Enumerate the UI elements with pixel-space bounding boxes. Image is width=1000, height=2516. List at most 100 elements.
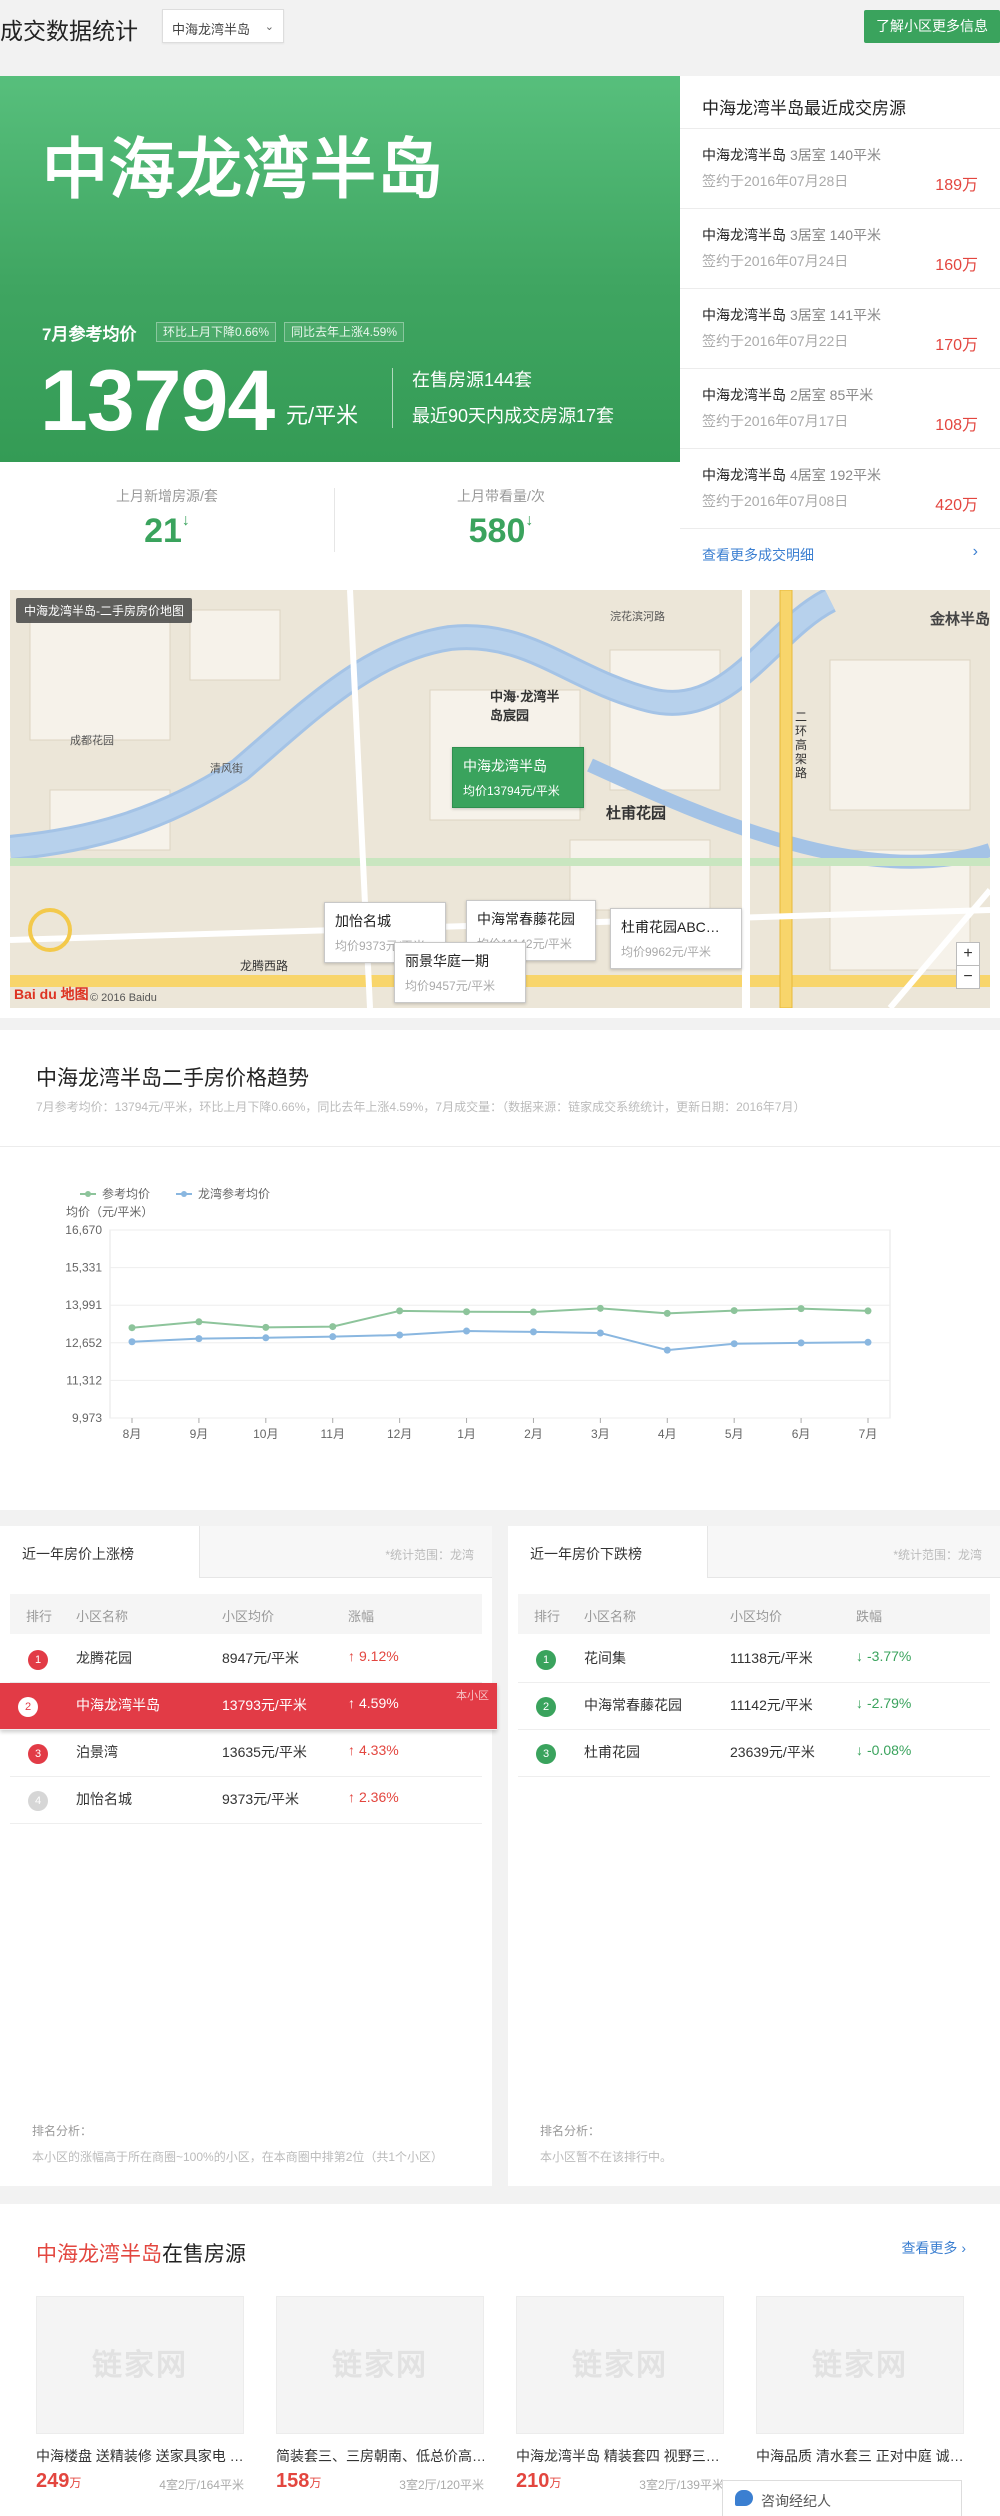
deal-spec: 3居室 141平米 xyxy=(790,307,882,323)
map-popup-current[interactable]: 中海龙湾半岛 均价13794元/平米 xyxy=(452,747,584,808)
deal-community: 中海龙湾半岛 xyxy=(702,387,786,403)
ranking-price: 13635元/平米 xyxy=(222,1744,307,1760)
data-point xyxy=(864,1338,872,1346)
popup-price: 均价13794元/平米 xyxy=(463,784,560,798)
tab-bar: *统计范围：龙湾 xyxy=(200,1526,492,1578)
month-price-label: 7月参考均价 xyxy=(42,325,137,344)
listing-card[interactable]: 链家网 中海品质 清水套三 正对中庭 诚… xyxy=(756,2296,964,2470)
new-listings-stat: 上月新增房源/套 21↓ xyxy=(0,486,334,551)
sold-90-days: 最近90天内成交房源17套 xyxy=(412,406,615,426)
zoom-out-button[interactable]: − xyxy=(956,965,980,989)
consult-agent-button[interactable]: 咨询经纪人 xyxy=(722,2480,962,2516)
y-tick-label: 13,991 xyxy=(65,1298,102,1312)
listing-photo-placeholder: 链家网 xyxy=(756,2296,964,2434)
listing-price-unit: 万 xyxy=(309,2476,322,2490)
listing-card[interactable]: 链家网 中海楼盘 送精装修 送家具家电 … 249万 4室2厅/164平米 xyxy=(36,2296,244,2493)
x-tick-label: 1月 xyxy=(457,1427,476,1441)
ranking-scope: *统计范围：龙湾 xyxy=(385,1548,474,1562)
x-tick-label: 11月 xyxy=(320,1427,344,1441)
ranking-row[interactable]: 1 龙腾花园 8947元/平米 ↑ 9.12% xyxy=(10,1636,482,1683)
ranking-price: 11138元/平米 xyxy=(730,1650,813,1666)
ranking-analysis: 本小区的涨幅高于所在商圈~100%的小区，在本商圈中排第2位（共1个小区） xyxy=(32,2150,444,2164)
map-popup[interactable]: 杜甫花园ABC… 均价9962元/平米 xyxy=(610,908,742,969)
deal-date: 签约于2016年07月08日 xyxy=(702,493,849,509)
arrow-up-icon: ↑ xyxy=(348,1789,355,1805)
ranking-change: ↑ 9.12% xyxy=(348,1648,399,1664)
price-hero: 中海龙湾半岛 7月参考均价 环比上月下降0.66% 同比去年上涨4.59% 13… xyxy=(0,76,680,462)
listing-card[interactable]: 链家网 中海龙湾半岛 精装套四 视野三… 210万 3室2厅/139平米 xyxy=(516,2296,724,2493)
ranking-change: ↑ 4.59% xyxy=(348,1695,399,1711)
top-bar: 成交数据统计 中海龙湾半岛 ⌄ 了解小区更多信息 xyxy=(0,0,1000,56)
deal-price: 170万 xyxy=(935,337,978,354)
ranking-name: 加怡名城 xyxy=(76,1791,132,1807)
x-tick-label: 12月 xyxy=(387,1427,412,1441)
y-tick-label: 15,331 xyxy=(65,1261,102,1275)
listing-card[interactable]: 链家网简装套三、三房朝南、低总价高… 158万 3室2厅/120平米 xyxy=(276,2296,484,2493)
price-map[interactable]: 中海龙湾半岛-二手房房价地图 金林半岛 中海·龙湾半岛宸园 杜甫花园 清风街 浣… xyxy=(10,590,990,1008)
new-listings-value: 21↓ xyxy=(144,512,190,550)
listing-title: 简装套三、三房朝南、低总价高… xyxy=(276,2448,484,2464)
ranking-row[interactable]: 2 中海常春藤花园 11142元/平米 ↓ -2.79% xyxy=(518,1683,990,1730)
data-point xyxy=(396,1307,404,1315)
listing-photo-placeholder: 链家网 xyxy=(276,2296,484,2434)
data-point xyxy=(529,1308,537,1316)
tab-rise-ranking[interactable]: 近一年房价上涨榜 xyxy=(0,1526,200,1578)
ranking-price: 8947元/平米 xyxy=(222,1650,300,1666)
ranking-row[interactable]: 3 杜甫花园 23639元/平米 ↓ -0.08% xyxy=(518,1730,990,1777)
y-tick-label: 9,973 xyxy=(72,1411,102,1425)
deal-row[interactable]: 中海龙湾半岛 3居室 140平米 签约于2016年07月24日 160万 xyxy=(680,208,1000,288)
arrow-down-icon: ↓ xyxy=(856,1648,863,1664)
ranking-price: 13793元/平米 xyxy=(222,1697,307,1713)
ranking-row[interactable]: 2 中海龙湾半岛 13793元/平米 ↑ 4.59% 本小区 xyxy=(0,1683,497,1730)
learn-more-button[interactable]: 了解小区更多信息 xyxy=(864,10,1000,43)
deal-spec: 3居室 140平米 xyxy=(790,227,882,243)
deal-name: 中海龙湾半岛 3居室 140平米 xyxy=(702,145,881,165)
ranking-row[interactable]: 1 花间集 11138元/平米 ↓ -3.77% xyxy=(518,1636,990,1683)
more-deals-link[interactable]: 查看更多成交明细 › xyxy=(680,528,1000,578)
deal-community: 中海龙湾半岛 xyxy=(702,227,786,243)
map-copyright: © 2016 Baidu xyxy=(90,992,157,1004)
col-change: 涨幅 xyxy=(348,1609,375,1624)
zoom-in-button[interactable]: + xyxy=(956,942,980,966)
deal-price: 108万 xyxy=(935,417,978,434)
listing-price: 210万 3室2厅/139平米 xyxy=(516,2470,724,2493)
deal-row[interactable]: 中海龙湾半岛 3居室 140平米签约于2016年07月28日 189万 xyxy=(680,128,1000,208)
trend-title: 中海龙湾半岛二手房价格趋势 xyxy=(36,1067,309,1090)
data-point xyxy=(463,1327,471,1335)
fall-ranking-panel: 近一年房价下跌榜 *统计范围：龙湾 排行 小区名称 小区均价 跌幅 1 花间集 11… xyxy=(508,1526,1000,2186)
community-select[interactable]: 中海龙湾半岛 ⌄ xyxy=(162,9,284,43)
arrow-down-icon: ↓ xyxy=(525,512,534,529)
ranking-name: 中海龙湾半岛 xyxy=(76,1697,160,1713)
view-more-link[interactable]: 查看更多 › xyxy=(901,2238,966,2258)
ranking-price: 23639元/平米 xyxy=(730,1744,815,1760)
arrow-up-icon: ↑ xyxy=(348,1695,355,1711)
tab-fall-ranking[interactable]: 近一年房价下跌榜 xyxy=(508,1526,708,1578)
data-point xyxy=(663,1309,671,1317)
map-popup[interactable]: 丽景华庭一期 均价9457元/平米 xyxy=(394,942,526,1003)
tab-bar: *统计范围：龙湾 xyxy=(708,1526,1000,1578)
listing-title: 中海龙湾半岛 精装套四 视野三… xyxy=(516,2448,720,2464)
ranking-change: ↑ 4.33% xyxy=(348,1742,399,1758)
deal-date: 签约于2016年07月22日 xyxy=(702,333,849,349)
ranking-row[interactable]: 3 泊景湾 13635元/平米 ↑ 4.33% xyxy=(10,1730,482,1777)
deal-price: 189万 xyxy=(935,177,978,194)
arrow-down-icon: ↓ xyxy=(181,512,190,529)
map-label: 龙腾西路 xyxy=(240,959,289,973)
ranking-row[interactable]: 4 加怡名城 9373元/平米 ↑ 2.36% xyxy=(10,1777,482,1824)
deal-row[interactable]: 中海龙湾半岛 3居室 141平米 签约于2016年07月22日 170万 xyxy=(680,288,1000,368)
current-community-tag: 本小区 xyxy=(456,1690,489,1702)
deal-row[interactable]: 中海龙湾半岛 4居室 192平米 签约于2016年07月08日 420万 xyxy=(680,448,1000,528)
x-tick-label: 7月 xyxy=(859,1427,878,1441)
ranking-analysis-title: 排名分析： xyxy=(540,2124,601,2138)
deal-row[interactable]: 中海龙湾半岛 2居室 85平米 签约于2016年07月17日 108万 xyxy=(680,368,1000,448)
ranking-name: 龙腾花园 xyxy=(76,1650,132,1666)
new-listings-label: 上月新增房源/套 xyxy=(116,488,218,504)
yoy-badge: 同比去年上涨4.59% xyxy=(284,322,405,342)
listing-price: 158万 3室2厅/120平米 xyxy=(276,2470,484,2493)
arrow-down-icon: ↓ xyxy=(856,1695,863,1711)
ranking-header: 排行 小区名称 小区均价 跌幅 xyxy=(518,1594,990,1634)
deal-date: 签约于2016年07月17日 xyxy=(702,413,849,429)
deal-date: 签约于2016年07月28日 xyxy=(702,173,849,189)
x-tick-label: 2月 xyxy=(524,1427,543,1441)
map-label: 中海·龙湾半岛宸园 xyxy=(490,689,560,723)
